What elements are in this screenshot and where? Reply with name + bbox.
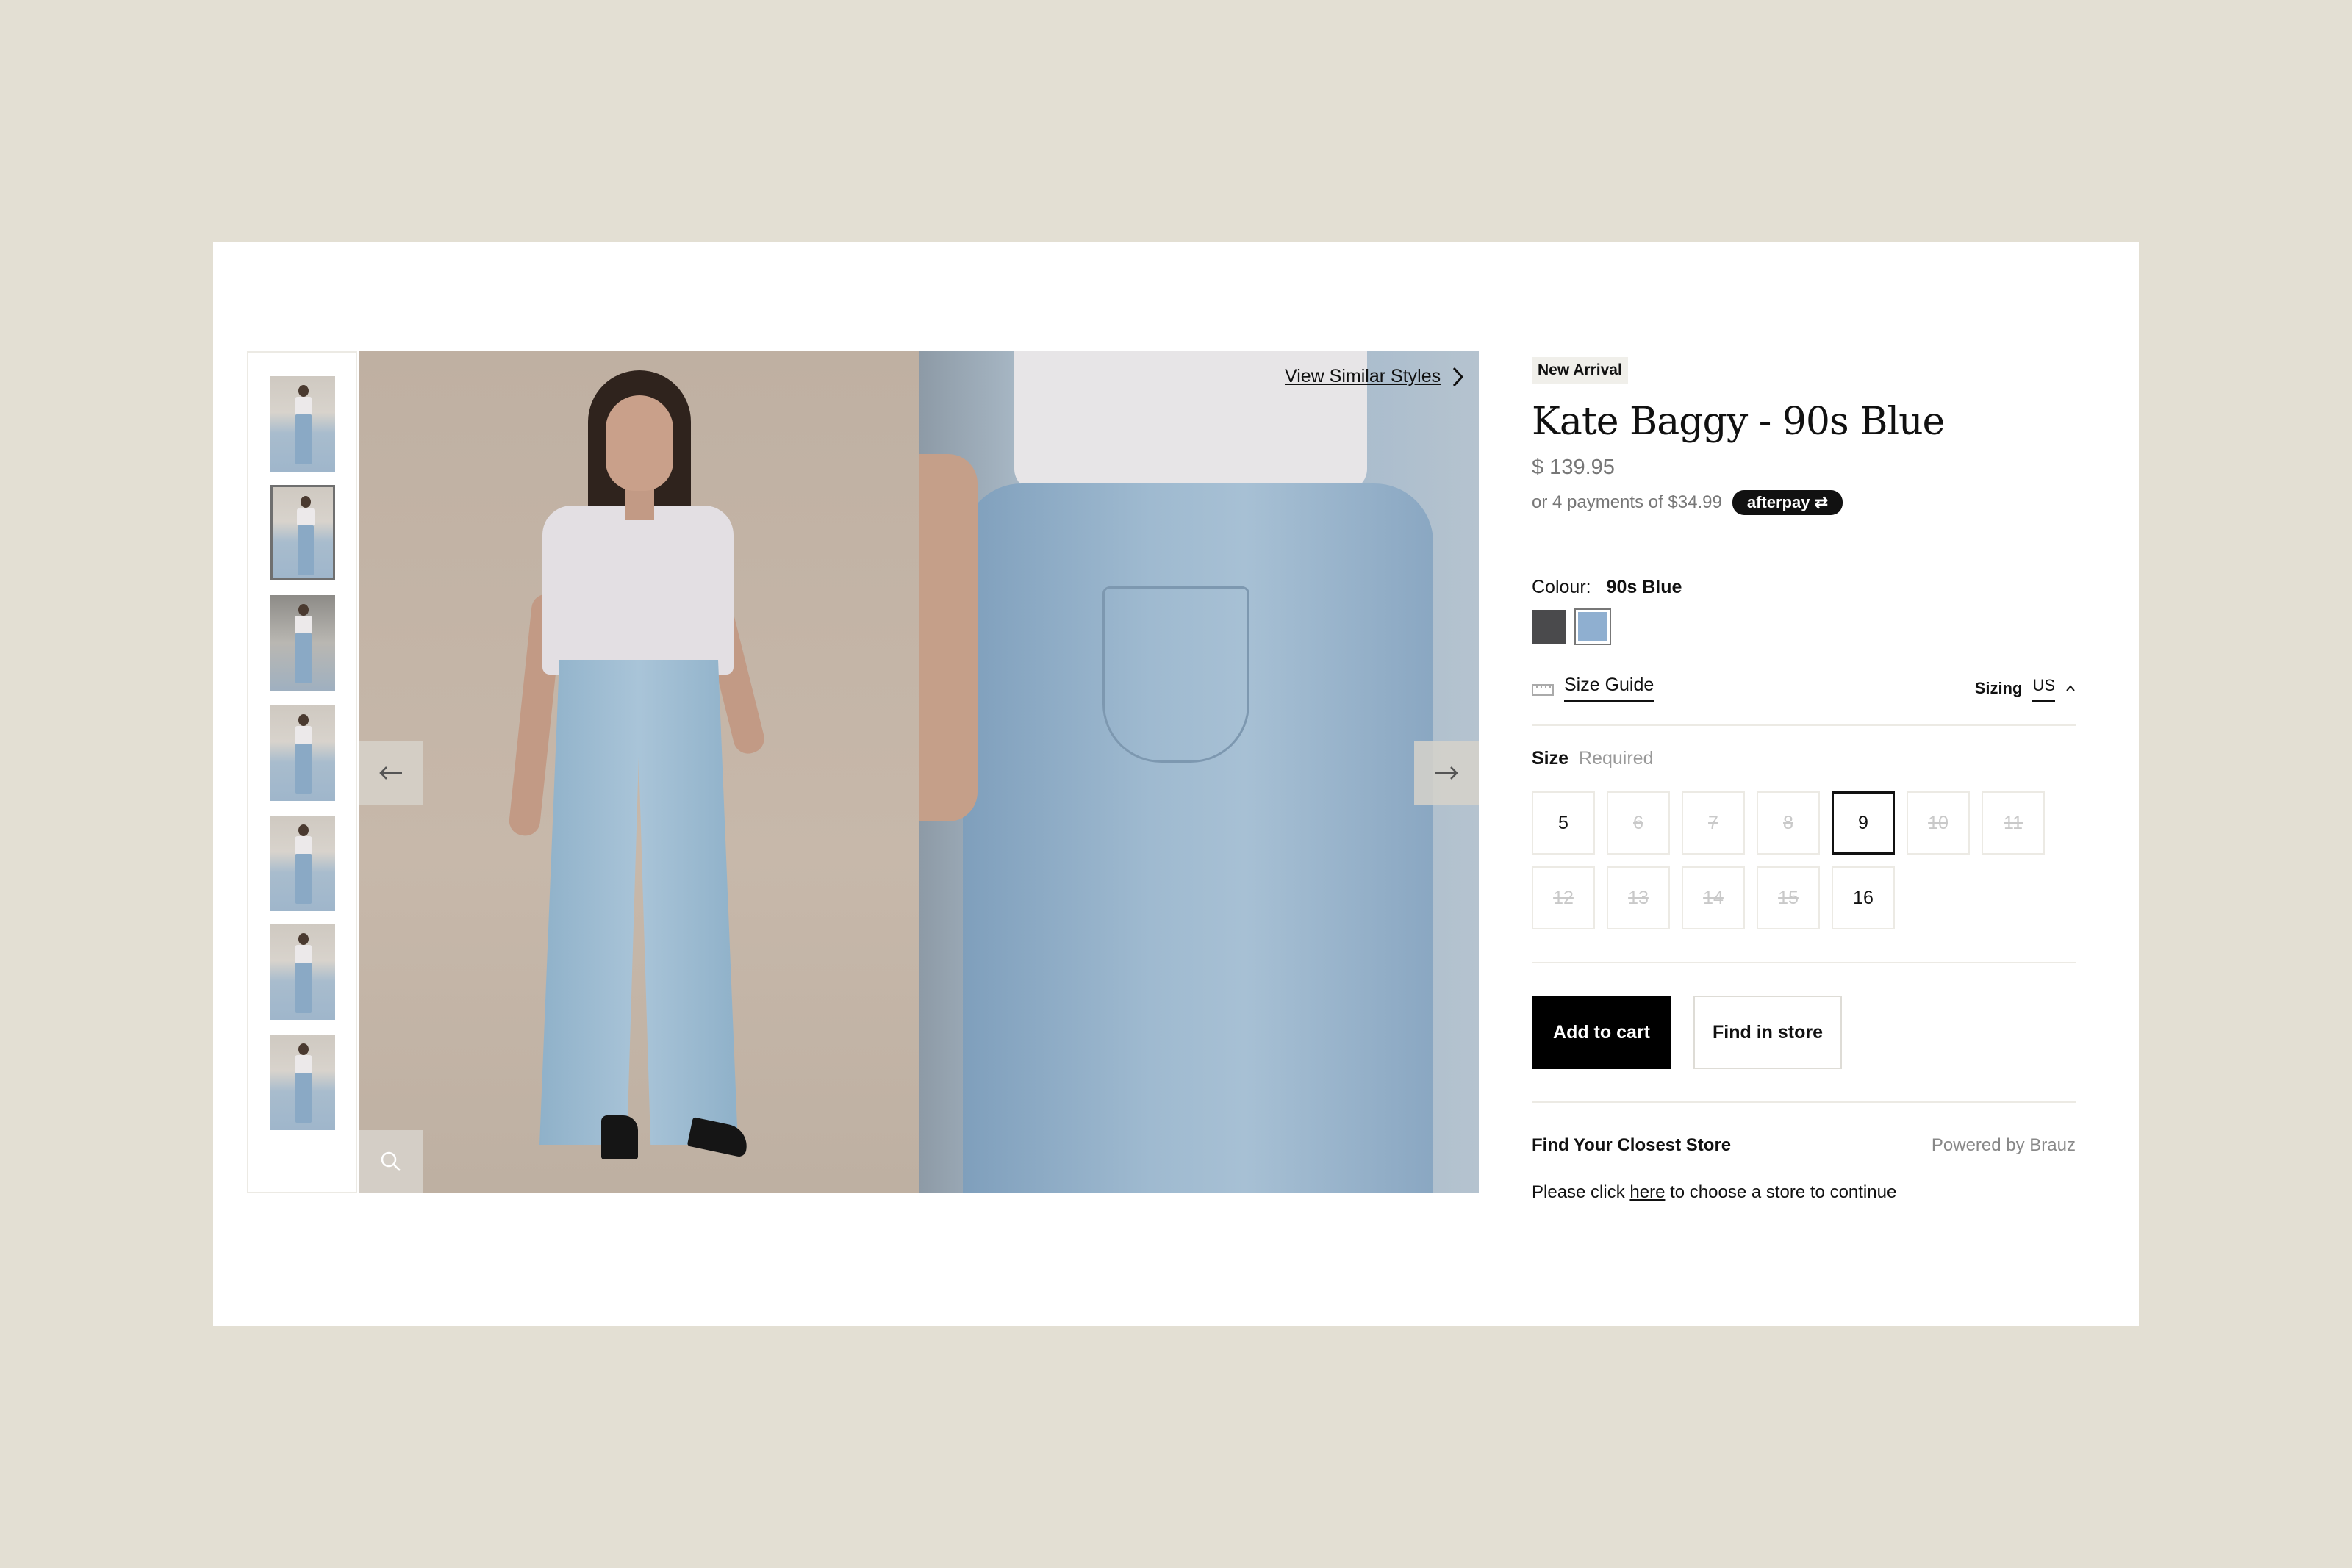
size-options: 5 6 7 8 9 10 11 12 13 14 15 16 xyxy=(1532,791,2046,929)
product-gallery: View Similar Styles xyxy=(247,351,1479,1193)
size-option-12[interactable]: 12 xyxy=(1532,866,1595,929)
thumbnail-2[interactable] xyxy=(270,485,335,580)
next-image-button[interactable] xyxy=(1414,741,1479,805)
choose-store-link[interactable]: here xyxy=(1629,1182,1665,1202)
colour-swatches xyxy=(1532,608,2076,645)
size-guide-row: Size Guide Sizing US xyxy=(1532,675,2076,726)
size-option-16[interactable]: 16 xyxy=(1832,866,1895,929)
find-in-store-button[interactable]: Find in store xyxy=(1693,996,1842,1069)
store-finder-header: Find Your Closest Store Powered by Brauz xyxy=(1532,1135,2076,1156)
chevron-right-icon xyxy=(1453,367,1464,386)
chevron-up-icon xyxy=(2066,685,2075,691)
colour-label: Colour: xyxy=(1532,577,1591,597)
size-option-5[interactable]: 5 xyxy=(1532,791,1595,855)
thumbnail-3[interactable] xyxy=(270,595,335,691)
size-option-9[interactable]: 9 xyxy=(1832,791,1895,855)
product-price: $ 139.95 xyxy=(1532,456,1615,479)
product-card: View Similar Styles New Arrival Kate Bag… xyxy=(213,242,2139,1326)
thumbnail-1[interactable] xyxy=(270,376,335,472)
product-info: New Arrival Kate Baggy - 90s Blue $ 139.… xyxy=(1532,357,2076,1203)
size-option-6[interactable]: 6 xyxy=(1607,791,1670,855)
colour-selected-value: 90s Blue xyxy=(1606,577,1682,597)
store-finder-message: Please click here to choose a store to c… xyxy=(1532,1182,2076,1203)
thumbnail-7[interactable] xyxy=(270,1035,335,1130)
prev-image-button[interactable] xyxy=(359,741,423,805)
thumbnail-rail xyxy=(247,351,357,1193)
installments-row: or 4 payments of $34.99 afterpay ⇄ xyxy=(1532,490,2076,515)
swatch-charcoal[interactable] xyxy=(1532,610,1566,644)
size-option-10[interactable]: 10 xyxy=(1907,791,1970,855)
divider xyxy=(1532,1101,2076,1103)
swatch-90s-blue[interactable] xyxy=(1574,608,1611,645)
divider xyxy=(1532,962,2076,963)
colour-label-row: Colour: 90s Blue xyxy=(1532,577,2076,598)
powered-by-label: Powered by Brauz xyxy=(1931,1135,2076,1155)
size-option-13[interactable]: 13 xyxy=(1607,866,1670,929)
store-msg-before: Please click xyxy=(1532,1182,1630,1202)
size-heading: Size Required xyxy=(1532,748,2076,769)
add-to-cart-button[interactable]: Add to cart xyxy=(1532,996,1671,1069)
product-photo-front xyxy=(359,351,919,1193)
size-required-label: Required xyxy=(1579,748,1654,769)
thumbnail-5[interactable] xyxy=(270,816,335,911)
store-finder-title: Find Your Closest Store xyxy=(1532,1135,1732,1155)
afterpay-badge[interactable]: afterpay ⇄ xyxy=(1732,490,1843,515)
size-label: Size xyxy=(1532,748,1569,769)
afterpay-logo-icon: ⇄ xyxy=(1814,493,1828,511)
search-icon xyxy=(381,1151,401,1171)
size-guide-label: Size Guide xyxy=(1564,675,1654,702)
thumbnail-4[interactable] xyxy=(270,705,335,801)
afterpay-label: afterpay xyxy=(1746,493,1810,511)
sizing-label: Sizing xyxy=(1974,679,2023,697)
action-buttons: Add to cart Find in store xyxy=(1532,996,2076,1069)
installments-text: or 4 payments of $34.99 xyxy=(1532,492,1722,512)
size-option-14[interactable]: 14 xyxy=(1682,866,1745,929)
store-msg-after: to choose a store to continue xyxy=(1665,1182,1897,1202)
size-guide-link[interactable]: Size Guide xyxy=(1532,675,1654,702)
product-title: Kate Baggy - 90s Blue xyxy=(1532,400,1945,444)
size-option-15[interactable]: 15 xyxy=(1757,866,1820,929)
zoom-button[interactable] xyxy=(359,1130,423,1193)
size-option-7[interactable]: 7 xyxy=(1682,791,1745,855)
sizing-value: US xyxy=(2032,676,2055,702)
arrow-right-icon xyxy=(1435,766,1458,780)
ruler-icon xyxy=(1532,684,1554,696)
product-photo-back xyxy=(919,351,1479,1193)
sizing-selector[interactable]: Sizing US xyxy=(1975,676,2076,702)
new-arrival-badge: New Arrival xyxy=(1532,357,1628,384)
view-similar-styles-label: View Similar Styles xyxy=(1285,366,1441,386)
thumbnail-6[interactable] xyxy=(270,924,335,1020)
arrow-left-icon xyxy=(379,766,402,780)
size-option-8[interactable]: 8 xyxy=(1757,791,1820,855)
size-option-11[interactable]: 11 xyxy=(1982,791,2045,855)
view-similar-styles-link[interactable]: View Similar Styles xyxy=(1285,366,1464,387)
